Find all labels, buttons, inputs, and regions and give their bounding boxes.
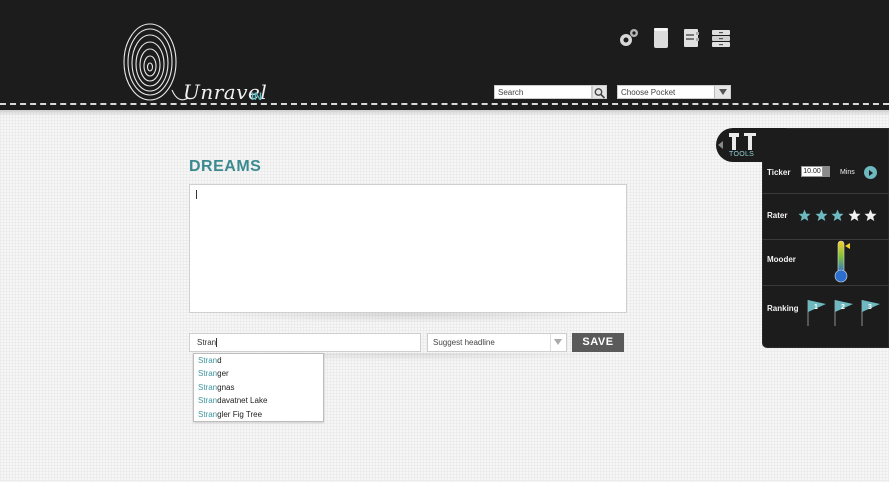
play-button[interactable] xyxy=(864,166,877,179)
autocomplete-item[interactable]: Strandavatnet Lake xyxy=(194,394,323,407)
autocomplete-item[interactable]: Strangler Fig Tree xyxy=(194,408,323,421)
star-icon[interactable] xyxy=(831,209,844,222)
star-icon[interactable] xyxy=(848,209,861,222)
ranking-flag-number: 2 xyxy=(841,304,845,311)
ticker-input[interactable]: 10.00 xyxy=(801,166,823,177)
chevron-down-icon[interactable] xyxy=(550,334,566,351)
chevron-down-icon[interactable] xyxy=(714,85,731,99)
ranking-flag-number: 1 xyxy=(814,304,818,311)
save-button[interactable]: SAVE xyxy=(572,333,624,352)
tools-icon xyxy=(729,133,756,150)
ticker-label: Ticker xyxy=(767,168,791,177)
header-shadow xyxy=(0,110,889,116)
star-icon[interactable] xyxy=(798,209,811,222)
ranking-flag-icon[interactable]: 3 xyxy=(859,298,881,328)
rater-label: Rater xyxy=(767,211,788,220)
text-caret xyxy=(216,338,217,347)
page-title: DREAMS xyxy=(189,158,262,175)
logo-wordmark-suffix: IN xyxy=(251,91,262,103)
autocomplete-item[interactable]: Stranger xyxy=(194,367,323,380)
search-input[interactable]: Search xyxy=(494,85,592,99)
autocomplete-dropdown: Strand Stranger Strangnas Strandavatnet … xyxy=(193,353,324,422)
search-icon xyxy=(594,88,606,99)
ranking-flag-icon[interactable]: 1 xyxy=(805,298,827,328)
ranking-flag-number: 3 xyxy=(868,304,872,311)
autocomplete-item[interactable]: Strand xyxy=(194,354,323,367)
dream-body-textarea[interactable] xyxy=(189,184,627,313)
address-book-icon[interactable] xyxy=(679,26,703,50)
autocomplete-item[interactable]: Strangnas xyxy=(194,381,323,394)
ticker-stepper[interactable] xyxy=(823,166,830,177)
star-icon[interactable] xyxy=(864,209,877,222)
chevron-left-icon[interactable] xyxy=(718,141,723,149)
suggest-headline-select[interactable]: Suggest headline xyxy=(427,333,567,352)
headline-input[interactable]: Stran xyxy=(189,333,421,352)
jar-icon[interactable] xyxy=(649,26,673,50)
ranking-label: Ranking xyxy=(767,304,799,313)
search-button[interactable] xyxy=(592,85,607,99)
ranking-flag-icon[interactable]: 2 xyxy=(832,298,854,328)
mooder-label: Mooder xyxy=(767,255,796,264)
gears-icon[interactable] xyxy=(616,26,640,50)
thermometer-icon[interactable] xyxy=(830,240,852,284)
archive-icon[interactable] xyxy=(709,26,733,50)
textarea-shadow xyxy=(199,313,617,323)
ticker-unit: Mins xyxy=(840,169,855,176)
text-caret xyxy=(196,190,197,199)
star-icon[interactable] xyxy=(815,209,828,222)
tools-tab-label: TOOLS xyxy=(729,151,755,158)
